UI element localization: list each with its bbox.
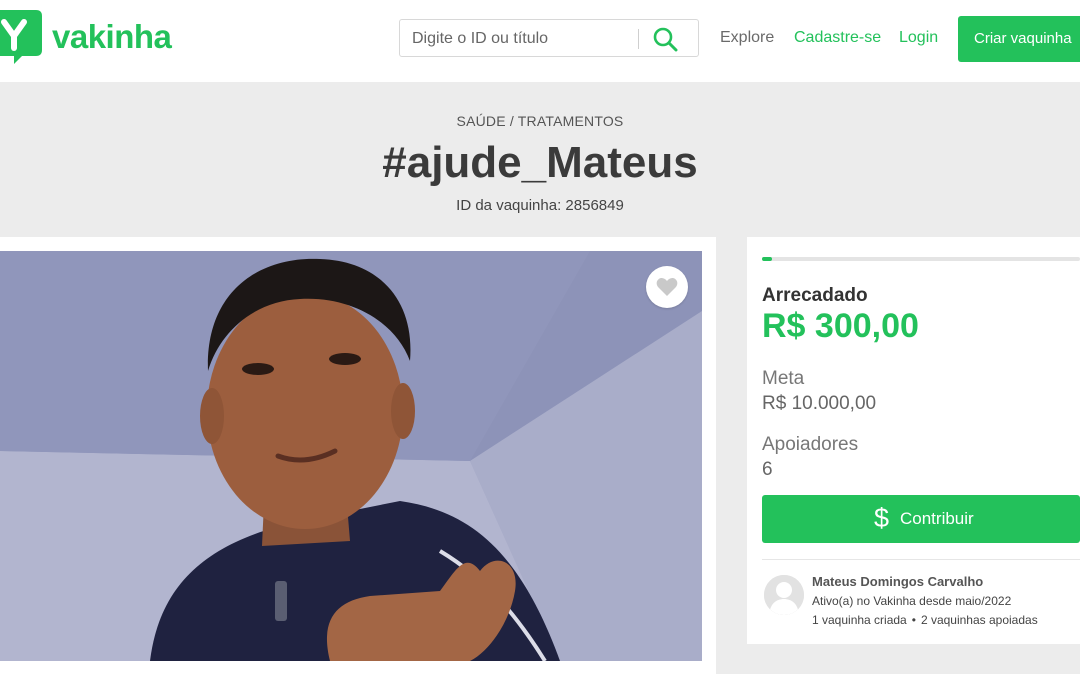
campaign-photo-illustration <box>0 251 702 661</box>
owner-active-since: Ativo(a) no Vakinha desde maio/2022 <box>812 594 1012 608</box>
owner-name[interactable]: Mateus Domingos Carvalho <box>812 574 983 589</box>
top-header: vakinha Explore Cadastre-se Login Criar … <box>0 0 1080 82</box>
campaign-photo <box>0 251 702 661</box>
raised-label: Arrecadado <box>762 285 868 306</box>
user-avatar-icon <box>764 575 804 615</box>
search-input[interactable] <box>410 26 632 52</box>
supporters-label: Apoiadores <box>762 434 859 455</box>
dollar-icon: $ <box>874 503 890 533</box>
search-box <box>399 19 699 57</box>
divider <box>762 559 1080 560</box>
campaign-title: #ajude_Mateus <box>382 138 698 187</box>
progress-bar <box>762 257 1080 261</box>
heart-icon <box>656 278 678 296</box>
owner-avatar[interactable] <box>764 575 804 615</box>
nav-login-link[interactable]: Login <box>899 29 938 47</box>
campaigns-created: 1 vaquinha criada <box>812 613 907 627</box>
goal-label: Meta <box>762 368 805 389</box>
separator-dot: • <box>911 613 916 627</box>
create-campaign-button[interactable]: Criar vaquinha <box>958 16 1080 62</box>
raised-amount: R$ 300,00 <box>762 307 919 345</box>
nav-signup-link[interactable]: Cadastre-se <box>794 29 881 47</box>
campaign-id: ID da vaquinha: 2856849 <box>456 197 624 214</box>
campaign-category[interactable]: SAÚDE / TRATAMENTOS <box>0 113 1080 129</box>
supporters-count: 6 <box>762 459 773 480</box>
owner-campaign-counts: 1 vaquinha criada • 2 vaquinhas apoiadas <box>812 613 1038 627</box>
goal-amount: R$ 10.000,00 <box>762 393 877 414</box>
contribute-button[interactable]: $ Contribuir <box>762 495 1080 543</box>
progress-bar-fill <box>762 257 772 261</box>
brand-name: vakinha <box>52 18 172 55</box>
contribute-label: Contribuir <box>900 509 974 528</box>
campaigns-supported: 2 vaquinhas apoiadas <box>920 613 1038 627</box>
nav-explore-link[interactable]: Explore <box>720 29 774 47</box>
campaign-photo-card <box>0 237 716 674</box>
vakinha-logo[interactable]: vakinha <box>0 10 172 64</box>
search-button[interactable] <box>652 26 682 52</box>
search-divider <box>638 29 639 49</box>
campaign-stats-card: Arrecadado R$ 300,00 Meta R$ 10.000,00 A… <box>747 237 1080 644</box>
search-icon <box>653 27 678 52</box>
favorite-button[interactable] <box>646 266 688 308</box>
vakinha-logo-icon <box>0 10 42 64</box>
